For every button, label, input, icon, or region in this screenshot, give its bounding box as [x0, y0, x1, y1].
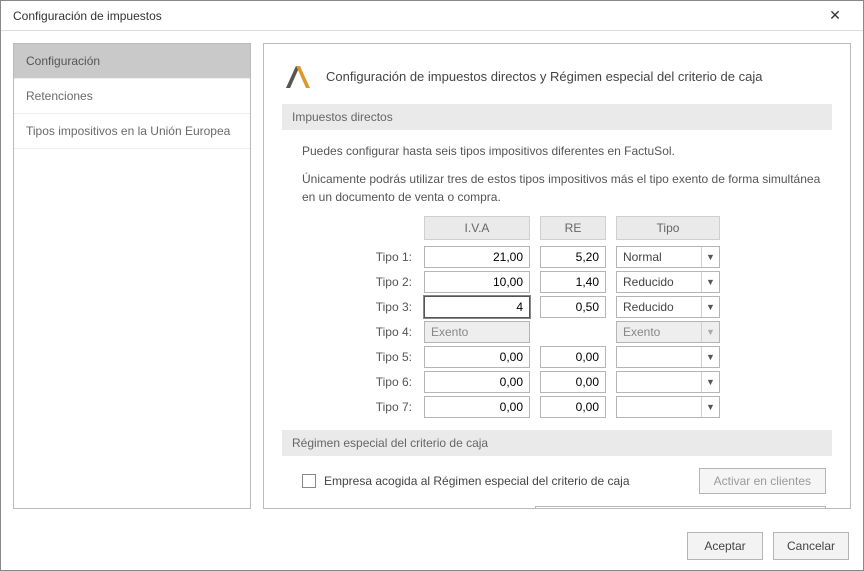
tipo-select-value: Exento	[617, 325, 701, 339]
tax-row-label: Tipo 6:	[342, 375, 424, 389]
iva-input-3[interactable]	[424, 296, 530, 318]
tax-row-label: Tipo 2:	[342, 275, 424, 289]
tipo-select-4: Exento ▼	[616, 321, 720, 343]
recc-row: Empresa acogida al Régimen especial del …	[302, 468, 826, 494]
section-heading-recc: Régimen especial del criterio de caja	[282, 430, 832, 456]
titlebar: Configuración de impuestos ✕	[1, 1, 863, 31]
iva-input-5[interactable]	[424, 346, 530, 368]
tipo-select-value: Reducido	[617, 275, 701, 289]
col-header-tipo: Tipo	[616, 216, 720, 240]
chevron-down-icon: ▼	[701, 247, 719, 267]
direct-desc-1: Puedes configurar hasta seis tipos impos…	[302, 142, 822, 160]
tipo-select-1[interactable]: Normal ▼	[616, 246, 720, 268]
page-title: Configuración de impuestos directos y Ré…	[326, 69, 762, 84]
sidebar-item-retenciones[interactable]: Retenciones	[14, 79, 250, 114]
tax-row-5: Tipo 5: ▼	[342, 346, 832, 368]
recc-checkbox-label: Empresa acogida al Régimen especial del …	[324, 474, 691, 488]
print-text-row: Texto a imprimir en las facturas acogida…	[302, 506, 826, 509]
main-panel: Configuración de impuestos directos y Ré…	[263, 43, 851, 509]
tax-grid: I.V.A RE Tipo Tipo 1: Normal ▼ Tipo 2: R…	[342, 216, 832, 418]
window-title: Configuración de impuestos	[13, 9, 815, 23]
tax-row-label: Tipo 1:	[342, 250, 424, 264]
tipo-select-5[interactable]: ▼	[616, 346, 720, 368]
tax-row-1: Tipo 1: Normal ▼	[342, 246, 832, 268]
chevron-down-icon: ▼	[701, 347, 719, 367]
tax-row-7: Tipo 7: ▼	[342, 396, 832, 418]
accept-button[interactable]: Aceptar	[687, 532, 763, 560]
tax-grid-header: I.V.A RE Tipo	[342, 216, 832, 240]
col-header-iva: I.V.A	[424, 216, 530, 240]
tax-row-4: Tipo 4: Exento ▼	[342, 321, 832, 343]
dialog-body: Configuración Retenciones Tipos impositi…	[1, 31, 863, 521]
sidebar-item-tipos-ue[interactable]: Tipos impositivos en la Unión Europea	[14, 114, 250, 149]
tax-row-label: Tipo 7:	[342, 400, 424, 414]
sidebar: Configuración Retenciones Tipos impositi…	[13, 43, 251, 509]
chevron-down-icon: ▼	[701, 322, 719, 342]
tipo-select-2[interactable]: Reducido ▼	[616, 271, 720, 293]
re-input-7[interactable]	[540, 396, 606, 418]
re-input-3[interactable]	[540, 296, 606, 318]
tax-row-label: Tipo 5:	[342, 350, 424, 364]
recc-checkbox[interactable]	[302, 474, 316, 488]
tipo-select-value: Normal	[617, 250, 701, 264]
iva-input-2[interactable]	[424, 271, 530, 293]
tipo-select-6[interactable]: ▼	[616, 371, 720, 393]
agency-logo-icon	[282, 62, 314, 90]
iva-input-1[interactable]	[424, 246, 530, 268]
tipo-select-7[interactable]: ▼	[616, 396, 720, 418]
re-input-6[interactable]	[540, 371, 606, 393]
iva-input-7[interactable]	[424, 396, 530, 418]
re-input-2[interactable]	[540, 271, 606, 293]
tipo-select-3[interactable]: Reducido ▼	[616, 296, 720, 318]
close-icon[interactable]: ✕	[815, 2, 855, 30]
iva-input-4	[424, 321, 530, 343]
iva-input-6[interactable]	[424, 371, 530, 393]
re-input-5[interactable]	[540, 346, 606, 368]
page-header: Configuración de impuestos directos y Ré…	[282, 62, 832, 90]
chevron-down-icon: ▼	[701, 272, 719, 292]
tax-row-label: Tipo 3:	[342, 300, 424, 314]
chevron-down-icon: ▼	[701, 397, 719, 417]
dialog-footer: Aceptar Cancelar	[1, 521, 863, 571]
tipo-select-value: Reducido	[617, 300, 701, 314]
sidebar-item-configuracion[interactable]: Configuración	[14, 44, 250, 79]
direct-desc-2: Únicamente podrás utilizar tres de estos…	[302, 170, 822, 206]
tax-row-3: Tipo 3: Reducido ▼	[342, 296, 832, 318]
re-input-1[interactable]	[540, 246, 606, 268]
col-header-re: RE	[540, 216, 606, 240]
chevron-down-icon: ▼	[701, 297, 719, 317]
activate-clients-button[interactable]: Activar en clientes	[699, 468, 826, 494]
tax-row-6: Tipo 6: ▼	[342, 371, 832, 393]
tax-row-label: Tipo 4:	[342, 325, 424, 339]
print-text-input[interactable]	[535, 506, 826, 509]
cancel-button[interactable]: Cancelar	[773, 532, 849, 560]
section-heading-direct: Impuestos directos	[282, 104, 832, 130]
tax-row-2: Tipo 2: Reducido ▼	[342, 271, 832, 293]
chevron-down-icon: ▼	[701, 372, 719, 392]
